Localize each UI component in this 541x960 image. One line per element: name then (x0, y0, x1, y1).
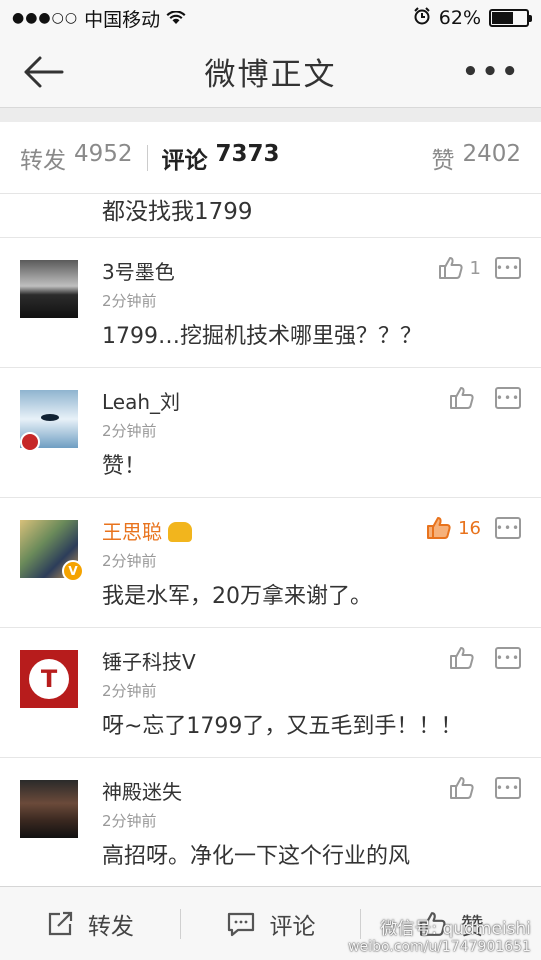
comment-list: 都没找我1799 3号墨色 2分钟前 1799…挖掘机技术哪里强？？？ 1 ••… (0, 194, 541, 888)
verified-v-icon: V (62, 560, 84, 582)
like-button[interactable] (449, 646, 481, 670)
verified-badge-icon (20, 432, 40, 452)
comment-item[interactable]: Leah_刘 2分钟前 赞！ ••• (0, 368, 541, 498)
comment-menu-icon[interactable]: ••• (495, 517, 521, 539)
smartisan-logo-icon: T (29, 659, 69, 699)
battery-percent: 62% (438, 7, 481, 29)
avatar[interactable] (20, 260, 78, 318)
alarm-icon (413, 6, 431, 30)
comment-text: 赞！ (102, 454, 147, 479)
carrier-label: 中国移动 (84, 8, 161, 31)
tab-likes-count: 2402 (462, 140, 521, 167)
repost-icon (48, 911, 72, 935)
comment-author[interactable]: 神殿迷失 (102, 776, 182, 805)
thumbs-up-icon (450, 777, 474, 799)
comment-time: 2分钟前 (102, 422, 157, 440)
comment-button[interactable]: 评论 (181, 907, 361, 941)
tab-comments[interactable]: 评论 7373 (162, 141, 280, 175)
comment-author[interactable]: Leah_刘 (102, 386, 180, 415)
eye-icon (41, 414, 59, 421)
thumbs-up-icon (450, 387, 474, 409)
more-options-icon[interactable]: ••• (462, 57, 521, 87)
comment-menu-icon[interactable]: ••• (495, 777, 521, 799)
comment-item[interactable]: T 锤子科技V 2分钟前 呀~忘了1799了，又五毛到手！！！ ••• (0, 628, 541, 758)
comment-menu-icon[interactable]: ••• (495, 647, 521, 669)
vip-crown-icon (168, 522, 192, 542)
watermark-weibo-url: weibo.com/u/1747901651 (348, 939, 531, 955)
like-button[interactable] (449, 776, 481, 800)
comment-text: 我是水军，20万拿来谢了。 (102, 584, 372, 609)
comment-text-partial: 都没找我1799 (0, 194, 541, 238)
tab-reposts-count: 4952 (74, 140, 133, 167)
tab-likes-label: 赞 (431, 147, 455, 174)
section-gap (0, 108, 541, 122)
status-bar: ●●●○○ 中国移动 16:21 62% (0, 0, 541, 70)
comment-text: 1799…挖掘机技术哪里强？？？ (102, 324, 422, 349)
tab-likes[interactable]: 赞 2402 (431, 141, 521, 175)
back-arrow-icon[interactable] (20, 52, 66, 92)
tab-divider (146, 144, 148, 171)
comment-author-name: 王思聪 (102, 520, 162, 544)
avatar[interactable]: T (20, 650, 78, 708)
comment-menu-icon[interactable]: ••• (495, 257, 521, 279)
battery-fill (492, 12, 514, 24)
comment-label: 评论 (269, 913, 316, 940)
watermark: 微信号: qudmeishi weibo.com/u/1747901651 (348, 920, 531, 956)
wifi-icon (166, 11, 186, 25)
comment-author[interactable]: 3号墨色 (102, 256, 175, 285)
like-button[interactable]: 16 (426, 516, 481, 540)
battery-icon (489, 9, 532, 27)
signal-icon: ●●●○○ (12, 10, 79, 26)
tab-reposts-label: 转发 (20, 147, 66, 174)
like-count: 16 (458, 517, 481, 539)
tab-reposts[interactable]: 转发 4952 (20, 141, 133, 175)
comment-menu-icon[interactable]: ••• (495, 387, 521, 409)
comment-time: 2分钟前 (102, 682, 157, 700)
nav-bar: 微博正文 ••• (0, 36, 541, 108)
watermark-wechat: 微信号: qudmeishi (380, 919, 531, 939)
comment-text: 呀~忘了1799了，又五毛到手！！！ (102, 714, 463, 739)
comment-time: 2分钟前 (102, 812, 157, 830)
comment-time: 2分钟前 (102, 552, 157, 570)
comment-author[interactable]: 王思聪 (102, 516, 192, 545)
repost-button[interactable]: 转发 (0, 907, 180, 941)
comment-icon (227, 912, 254, 936)
comment-author[interactable]: 锤子科技V (102, 646, 196, 675)
like-button[interactable]: 1 (438, 256, 481, 280)
tab-comments-label: 评论 (161, 147, 208, 174)
thumbs-up-icon (438, 257, 463, 279)
comment-time: 2分钟前 (102, 292, 157, 310)
tab-bar: 转发 4952 评论 7373 赞 2402 (0, 122, 541, 194)
comment-text: 高招呀。净化一下这个行业的风 (102, 844, 411, 869)
thumbs-up-icon (427, 517, 451, 539)
tab-comments-count: 7373 (215, 140, 280, 167)
page-title: 微博正文 (204, 57, 337, 93)
repost-label: 转发 (87, 913, 134, 940)
comment-item[interactable]: 3号墨色 2分钟前 1799…挖掘机技术哪里强？？？ 1 ••• (0, 238, 541, 368)
bottom-toolbar: 转发 评论 赞 微信号: qudmeishi weibo.com/u/17479… (0, 886, 541, 960)
avatar[interactable] (20, 780, 78, 838)
comment-item[interactable]: 神殿迷失 2分钟前 高招呀。净化一下这个行业的风 ••• (0, 758, 541, 888)
like-count: 1 (469, 257, 481, 279)
thumbs-up-icon (450, 647, 474, 669)
like-button[interactable] (449, 386, 481, 410)
comment-item[interactable]: V 王思聪 2分钟前 我是水军，20万拿来谢了。 16 ••• (0, 498, 541, 628)
